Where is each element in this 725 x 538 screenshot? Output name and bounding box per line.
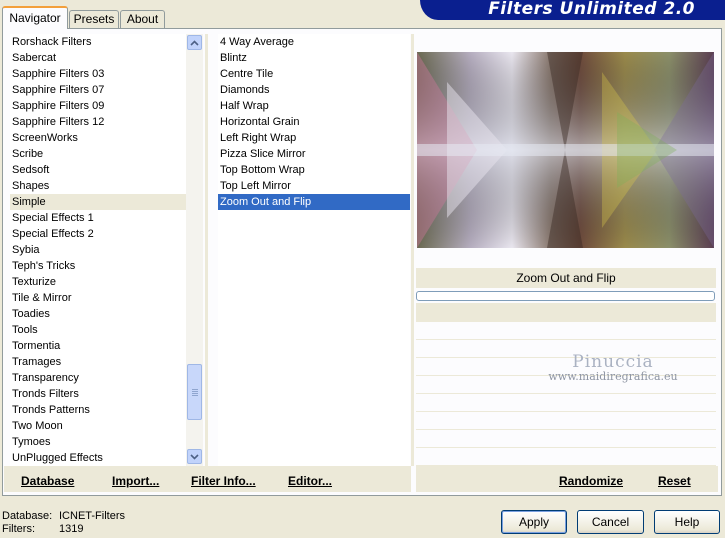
filters-count-value: 1319 xyxy=(59,523,84,535)
watermark: Pinuccia www.maidiregrafica.eu xyxy=(548,352,678,383)
preview-image xyxy=(417,52,714,248)
category-item[interactable]: Tronds Filters xyxy=(10,386,186,402)
chevron-down-icon xyxy=(190,453,199,460)
reset-link[interactable]: Reset xyxy=(658,474,691,488)
cancel-button[interactable]: Cancel xyxy=(577,510,644,534)
category-item[interactable]: Sybia xyxy=(10,242,186,258)
category-item[interactable]: Simple xyxy=(10,194,186,210)
parameter-area xyxy=(416,303,716,466)
filter-item[interactable]: Half Wrap xyxy=(218,98,410,114)
category-item[interactable]: Tormentia xyxy=(10,338,186,354)
tab-presets[interactable]: Presets xyxy=(69,10,119,29)
filter-list[interactable]: 4 Way Average Blintz Centre Tile Diamonds Ha… xyxy=(218,34,410,466)
randomize-link[interactable]: Randomize xyxy=(559,474,623,488)
scroll-thumb[interactable] xyxy=(187,364,202,420)
database-link[interactable]: Database xyxy=(21,474,74,488)
category-item[interactable]: Scribe xyxy=(10,146,186,162)
filter-item[interactable]: Horizontal Grain xyxy=(218,114,410,130)
filters-count-label: Filters: xyxy=(2,523,35,535)
scroll-down-button[interactable] xyxy=(187,449,202,464)
tab-about[interactable]: About xyxy=(120,10,165,29)
filter-item[interactable]: Top Left Mirror xyxy=(218,178,410,194)
left-action-bar: Database Import... Filter Info... Editor… xyxy=(4,466,411,492)
category-item[interactable]: Texturize xyxy=(10,274,186,290)
tab-navigator[interactable]: Navigator xyxy=(2,6,68,29)
watermark-url: www.maidiregrafica.eu xyxy=(548,370,678,383)
apply-button[interactable]: Apply xyxy=(501,510,567,534)
column-divider xyxy=(205,34,208,466)
filter-item[interactable]: Left Right Wrap xyxy=(218,130,410,146)
category-scrollbar[interactable] xyxy=(186,34,203,466)
database-label: Database: xyxy=(2,510,53,522)
category-item[interactable]: Transparency xyxy=(10,370,186,386)
category-item[interactable]: Sapphire Filters 07 xyxy=(10,82,186,98)
category-item[interactable]: Special Effects 1 xyxy=(10,210,186,226)
filter-item[interactable]: Centre Tile xyxy=(218,66,410,82)
editor-link[interactable]: Editor... xyxy=(288,474,332,488)
category-item[interactable]: Tronds Patterns xyxy=(10,402,186,418)
category-item[interactable]: Tools xyxy=(10,322,186,338)
category-item[interactable]: Tile & Mirror xyxy=(10,290,186,306)
category-item[interactable]: Tymoes xyxy=(10,434,186,450)
category-item[interactable]: Sabercat xyxy=(10,50,186,66)
category-item[interactable]: Sapphire Filters 12 xyxy=(10,114,186,130)
filter-item[interactable]: 4 Way Average xyxy=(218,34,410,50)
category-item[interactable]: Sedsoft xyxy=(10,162,186,178)
database-value: ICNET-Filters xyxy=(59,510,125,522)
chevron-up-icon xyxy=(190,39,199,46)
scroll-up-button[interactable] xyxy=(187,35,202,50)
filter-item[interactable]: Top Bottom Wrap xyxy=(218,162,410,178)
watermark-name: Pinuccia xyxy=(572,352,654,372)
category-item[interactable]: Special Effects 2 xyxy=(10,226,186,242)
category-item[interactable]: Sapphire Filters 03 xyxy=(10,66,186,82)
category-item[interactable]: ScreenWorks xyxy=(10,130,186,146)
filter-item[interactable]: Blintz xyxy=(218,50,410,66)
category-item[interactable]: Toadies xyxy=(10,306,186,322)
category-item[interactable]: Tramages xyxy=(10,354,186,370)
app-title: Filters Unlimited 2.0 xyxy=(488,0,695,19)
right-action-bar: Randomize Reset xyxy=(416,466,718,492)
filter-item[interactable]: Diamonds xyxy=(218,82,410,98)
category-list[interactable]: Rorshack Filters Sabercat Sapphire Filters… xyxy=(10,34,186,466)
category-item[interactable]: UnPlugged Effects xyxy=(10,450,186,466)
title-banner: Filters Unlimited 2.0 xyxy=(420,0,725,20)
category-item[interactable]: Rorshack Filters xyxy=(10,34,186,50)
category-item[interactable]: Sapphire Filters 09 xyxy=(10,98,186,114)
filter-item[interactable]: Pizza Slice Mirror xyxy=(218,146,410,162)
category-item[interactable]: Shapes xyxy=(10,178,186,194)
help-button[interactable]: Help xyxy=(654,510,720,534)
column-divider xyxy=(411,34,414,466)
import-link[interactable]: Import... xyxy=(112,474,159,488)
preview-filter-name: Zoom Out and Flip xyxy=(416,268,716,288)
category-item[interactable]: Two Moon xyxy=(10,418,186,434)
filter-item[interactable]: Zoom Out and Flip xyxy=(218,194,410,210)
filter-info-link[interactable]: Filter Info... xyxy=(191,474,256,488)
progress-bar xyxy=(416,291,715,301)
category-item[interactable]: Teph's Tricks xyxy=(10,258,186,274)
